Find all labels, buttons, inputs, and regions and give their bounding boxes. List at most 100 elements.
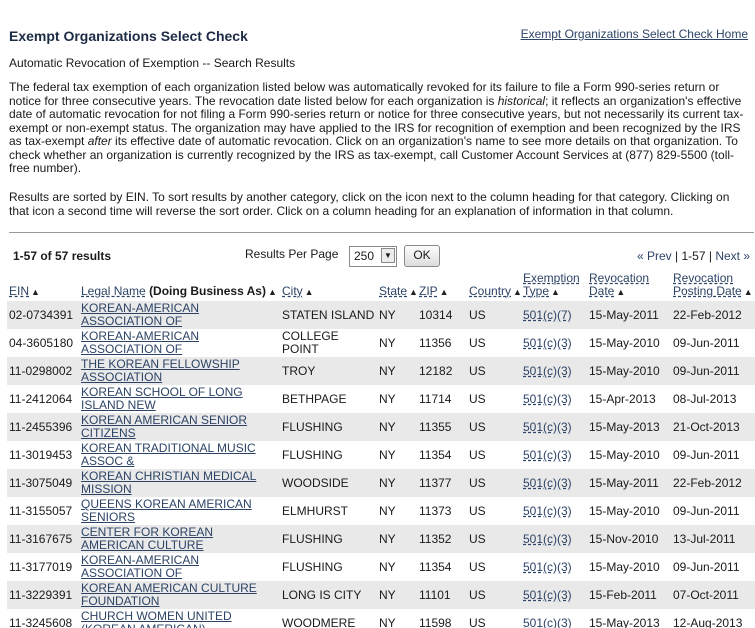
- col-legal-name[interactable]: Legal Name (Doing Business As) ▲: [79, 272, 280, 301]
- cell-legal-name[interactable]: KOREAN AMERICAN CULTURE FOUNDATION: [81, 582, 278, 608]
- cell-state: NY: [379, 615, 396, 628]
- cell-legal-name[interactable]: QUEENS KOREAN AMERICAN SENIORS: [81, 498, 278, 524]
- cell-country: US: [469, 503, 486, 518]
- sort-asc-icon[interactable]: ▲: [31, 287, 40, 297]
- sort-asc-icon[interactable]: ▲: [268, 287, 277, 297]
- cell-state: NY: [379, 559, 396, 574]
- home-link[interactable]: Exempt Organizations Select Check Home: [521, 27, 748, 41]
- cell-revocation-date: 15-May-2011: [589, 475, 659, 490]
- col-exemption-type[interactable]: Exemption Type ▲: [521, 272, 587, 301]
- cell-legal-name[interactable]: KOREAN CHRISTIAN MEDICAL MISSION: [81, 470, 278, 496]
- cell-revocation-date: 15-May-2010: [589, 335, 660, 350]
- cell-posting-date: 09-Jun-2011: [673, 335, 740, 350]
- results-table: EIN ▲ Legal Name (Doing Business As) ▲ Cit…: [7, 272, 755, 628]
- cell-exemption-type[interactable]: 501(c)(7): [523, 308, 572, 322]
- cell-legal-name[interactable]: CHURCH WOMEN UNITED (KOREAN AMERICAN): [81, 610, 278, 628]
- cell-exemption-type[interactable]: 501(c)(3): [523, 588, 572, 602]
- col-revocation-date[interactable]: Revocation Date ▲: [587, 272, 671, 301]
- cell-posting-date: 09-Jun-2011: [673, 363, 740, 378]
- sort-asc-icon[interactable]: ▲: [513, 287, 522, 297]
- table-row: 11-3075049 KOREAN CHRISTIAN MEDICAL MISSI…: [7, 469, 755, 497]
- cell-exemption-type[interactable]: 501(c)(3): [523, 364, 572, 378]
- intro-paragraph: The federal tax exemption of each organi…: [9, 80, 747, 176]
- ok-button[interactable]: OK: [404, 245, 440, 267]
- col-state[interactable]: State ▲: [377, 272, 418, 301]
- table-row: 11-3245608 CHURCH WOMEN UNITED (KOREAN AM…: [7, 609, 755, 628]
- cell-state: NY: [379, 363, 396, 378]
- cell-zip: 11598: [419, 615, 452, 628]
- cell-city: FLUSHING: [282, 447, 343, 462]
- cell-posting-date: 09-Jun-2011: [673, 559, 740, 574]
- cell-ein: 11-0298002: [9, 363, 73, 378]
- sort-instructions: Results are sorted by EIN. To sort resul…: [9, 190, 730, 218]
- cell-legal-name[interactable]: KOREAN-AMERICAN ASSOCIATION OF: [81, 330, 278, 356]
- cell-state: NY: [379, 419, 396, 434]
- cell-legal-name[interactable]: THE KOREAN FELLOWSHIP ASSOCIATION: [81, 358, 278, 384]
- cell-legal-name[interactable]: KOREAN-AMERICAN ASSOCIATION OF: [81, 554, 278, 580]
- results-per-page-value: 250: [354, 249, 375, 263]
- cell-country: US: [469, 363, 486, 378]
- table-row: 11-2455396 KOREAN AMERICAN SENIOR CITIZEN…: [7, 413, 755, 441]
- cell-exemption-type[interactable]: 501(c)(3): [523, 504, 572, 518]
- cell-exemption-type[interactable]: 501(c)(3): [523, 560, 572, 574]
- pagination: « Prev | 1-57 | Next »: [637, 249, 750, 263]
- cell-state: NY: [379, 335, 396, 350]
- cell-exemption-type[interactable]: 501(c)(3): [523, 616, 572, 628]
- cell-country: US: [469, 587, 486, 602]
- cell-zip: 11354: [419, 559, 452, 574]
- results-per-page-select[interactable]: 250 ▼: [349, 246, 397, 267]
- next-link[interactable]: Next »: [715, 249, 750, 263]
- prev-link[interactable]: « Prev: [637, 249, 672, 263]
- table-row: 11-3177019 KOREAN-AMERICAN ASSOCIATION OF…: [7, 553, 755, 581]
- table-row: 11-3155057 QUEENS KOREAN AMERICAN SENIORS…: [7, 497, 755, 525]
- cell-exemption-type[interactable]: 501(c)(3): [523, 420, 572, 434]
- sort-asc-icon[interactable]: ▲: [440, 287, 449, 297]
- sort-asc-icon[interactable]: ▲: [744, 287, 753, 297]
- col-zip[interactable]: ZIP ▲: [417, 272, 467, 301]
- cell-state: NY: [379, 447, 396, 462]
- cell-country: US: [469, 475, 486, 490]
- cell-exemption-type[interactable]: 501(c)(3): [523, 532, 572, 546]
- col-posting-date[interactable]: Revocation Posting Date ▲: [671, 272, 755, 301]
- sort-asc-icon[interactable]: ▲: [305, 287, 314, 297]
- col-ein[interactable]: EIN ▲: [7, 272, 79, 301]
- table-row: 11-3167675 CENTER FOR KOREAN AMERICAN CUL…: [7, 525, 755, 553]
- results-body: 02-0734391 KOREAN-AMERICAN ASSOCIATION OF…: [7, 301, 755, 628]
- table-row: 04-3605180 KOREAN-AMERICAN ASSOCIATION OF…: [7, 329, 755, 357]
- cell-posting-date: 08-Jul-2013: [673, 391, 737, 406]
- cell-country: US: [469, 307, 486, 322]
- sort-asc-icon[interactable]: ▲: [409, 287, 418, 297]
- col-city[interactable]: City ▲: [280, 272, 377, 301]
- cell-legal-name[interactable]: KOREAN TRADITIONAL MUSIC ASSOC &: [81, 442, 278, 468]
- cell-country: US: [469, 335, 486, 350]
- cell-legal-name[interactable]: KOREAN SCHOOL OF LONG ISLAND NEW: [81, 386, 278, 412]
- results-count: 1-57 of 57 results: [13, 249, 112, 263]
- cell-ein: 02-0734391: [9, 307, 74, 322]
- cell-ein: 11-3245608: [9, 615, 73, 628]
- cell-country: US: [469, 419, 486, 434]
- cell-zip: 11377: [419, 475, 452, 490]
- cell-exemption-type[interactable]: 501(c)(3): [523, 448, 572, 462]
- cell-country: US: [469, 391, 486, 406]
- col-country[interactable]: Country ▲: [467, 272, 522, 301]
- cell-city: STATEN ISLAND: [282, 307, 375, 322]
- cell-revocation-date: 15-May-2010: [589, 447, 660, 462]
- cell-revocation-date: 15-May-2010: [589, 559, 660, 574]
- cell-legal-name[interactable]: KOREAN AMERICAN SENIOR CITIZENS: [81, 414, 278, 440]
- cell-posting-date: 12-Aug-2013: [673, 615, 743, 628]
- sort-asc-icon[interactable]: ▲: [616, 287, 625, 297]
- cell-exemption-type[interactable]: 501(c)(3): [523, 476, 572, 490]
- cell-revocation-date: 15-May-2013: [589, 419, 660, 434]
- sort-asc-icon[interactable]: ▲: [551, 287, 560, 297]
- cell-revocation-date: 15-May-2011: [589, 307, 659, 322]
- table-row: 11-3229391 KOREAN AMERICAN CULTURE FOUNDA…: [7, 581, 755, 609]
- cell-zip: 11714: [419, 391, 452, 406]
- cell-exemption-type[interactable]: 501(c)(3): [523, 336, 572, 350]
- cell-state: NY: [379, 475, 396, 490]
- cell-exemption-type[interactable]: 501(c)(3): [523, 392, 572, 406]
- cell-city: BETHPAGE: [282, 391, 347, 406]
- cell-city: ELMHURST: [282, 503, 349, 518]
- cell-legal-name[interactable]: KOREAN-AMERICAN ASSOCIATION OF: [81, 302, 278, 328]
- cell-posting-date: 09-Jun-2011: [673, 503, 740, 518]
- cell-legal-name[interactable]: CENTER FOR KOREAN AMERICAN CULTURE: [81, 526, 278, 552]
